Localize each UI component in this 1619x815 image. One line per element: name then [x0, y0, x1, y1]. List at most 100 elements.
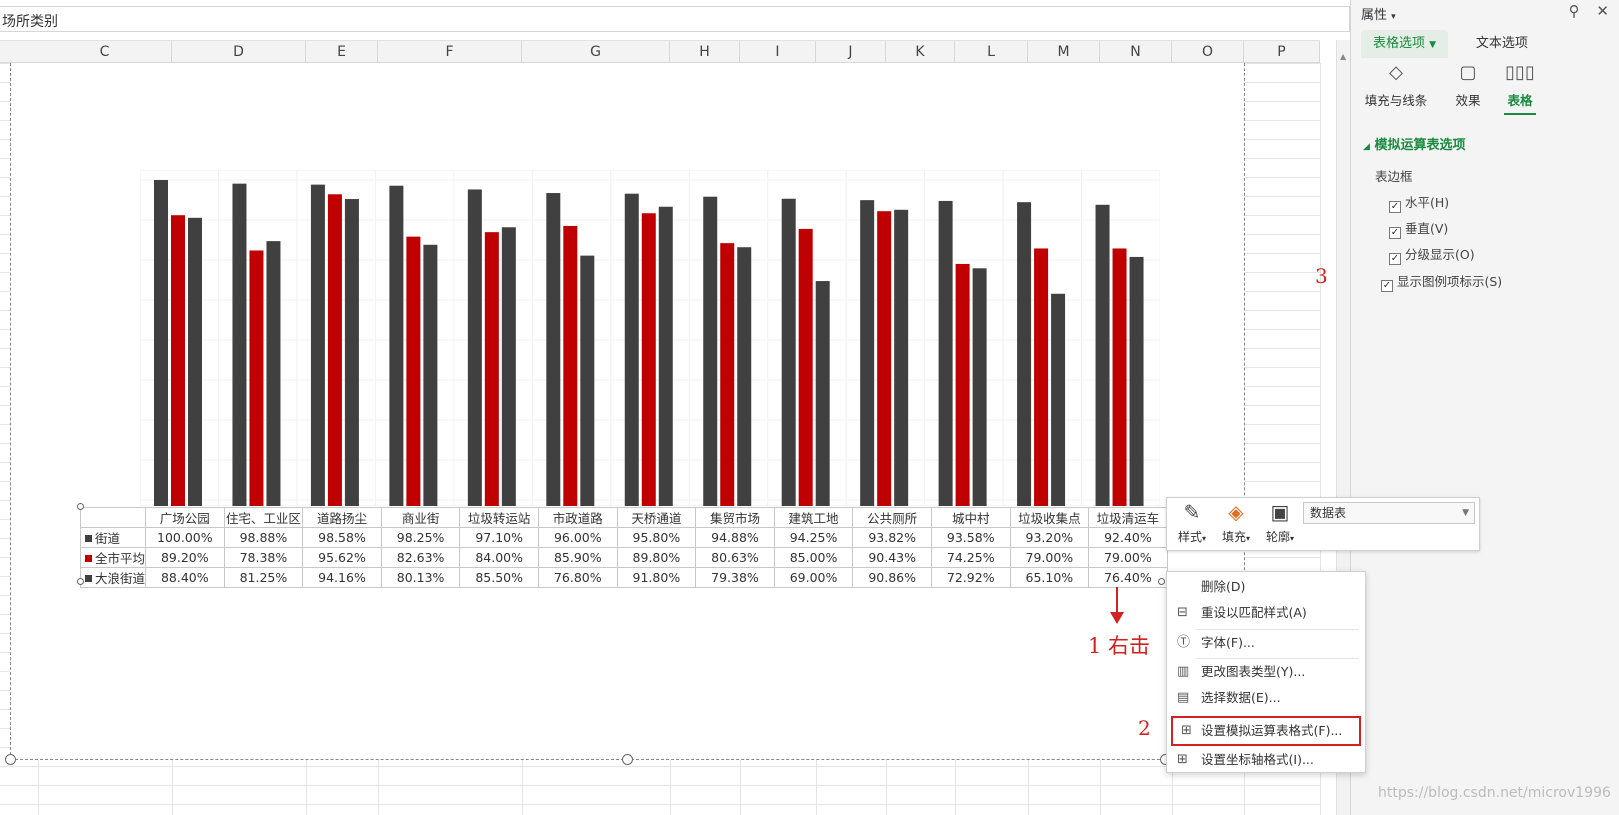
table-handle[interactable]	[1158, 578, 1165, 585]
tab-text-options[interactable]: 文本选项	[1464, 30, 1540, 58]
chart-bar[interactable]	[1129, 256, 1144, 506]
chart-bar[interactable]	[344, 199, 359, 506]
chart-bar[interactable]	[389, 185, 404, 506]
chart-bar[interactable]	[1112, 248, 1127, 506]
column-header-cell[interactable]: D	[172, 41, 306, 63]
column-header-cell[interactable]: M	[1028, 41, 1100, 63]
column-header-cell[interactable]: C	[38, 41, 172, 63]
data-label: 69.00%	[773, 567, 854, 588]
chart-bar[interactable]	[171, 215, 185, 506]
chart-bar[interactable]	[877, 211, 892, 506]
chevron-down-icon: ▼	[1462, 508, 1469, 518]
data-label: 89.20%	[145, 547, 225, 568]
menu-item-delete[interactable]: 删除(D)	[1167, 575, 1365, 599]
table-handle[interactable]	[77, 578, 84, 585]
chart-bar[interactable]	[232, 183, 247, 506]
chart-bar[interactable]	[624, 193, 639, 506]
chart-bar[interactable]	[563, 225, 578, 506]
pin-icon[interactable]: ⚲	[1569, 2, 1580, 20]
chart-bar[interactable]	[894, 209, 909, 506]
checkbox-icon[interactable]: ✓	[1381, 280, 1393, 292]
tick-label: 集贸市场	[695, 507, 775, 528]
column-header-cell[interactable]: F	[378, 41, 522, 63]
chart-bar[interactable]	[423, 244, 438, 506]
chart-bar[interactable]	[955, 263, 970, 506]
chart-bar[interactable]	[501, 227, 516, 506]
chevron-down-icon[interactable]: ▾	[1391, 12, 1396, 22]
subtab-label: 填充与线条	[1364, 93, 1428, 108]
chart-bar[interactable]	[484, 232, 499, 506]
resize-handle[interactable]	[5, 754, 16, 765]
subtab-table[interactable]: ▯▯▯ 表格	[1485, 62, 1555, 115]
option-outline[interactable]: ✓ 分级显示(O)	[1389, 244, 1475, 265]
chart-bar[interactable]	[1017, 202, 1032, 506]
subtab-fill-line[interactable]: ◇ 填充与线条	[1361, 62, 1431, 109]
column-header-cell[interactable]: J	[816, 41, 886, 63]
menu-item-format-data-table[interactable]: ⊞ 设置模拟运算表格式(F)...	[1171, 716, 1361, 746]
chart-bar[interactable]	[972, 268, 987, 506]
checkbox-icon[interactable]: ✓	[1389, 201, 1401, 213]
chart-bar[interactable]	[641, 213, 656, 506]
fill-button[interactable]: ◈ 填充▾	[1213, 500, 1259, 545]
outline-button[interactable]: ▣ 轮廓▾	[1257, 500, 1303, 545]
column-header-cell[interactable]: E	[306, 41, 378, 63]
table-handle[interactable]	[77, 503, 84, 510]
chart-bar[interactable]	[310, 184, 325, 506]
column-header-cell[interactable]: O	[1172, 41, 1244, 63]
chart-bar[interactable]	[154, 180, 168, 506]
column-header-cell[interactable]: K	[886, 41, 955, 63]
menu-item-select-data[interactable]: ▤ 选择数据(E)...	[1167, 686, 1365, 710]
menu-item-change-chart-type[interactable]: ▥ 更改图表类型(Y)...	[1167, 660, 1365, 684]
tab-label: 表格选项	[1373, 36, 1426, 51]
tab-table-options[interactable]: 表格选项 ▼	[1361, 30, 1449, 58]
column-header-cell[interactable]: I	[740, 41, 816, 63]
menu-item-reset-style[interactable]: ⊟ 重设以匹配样式(A)	[1167, 601, 1365, 625]
checkbox-icon[interactable]: ✓	[1389, 253, 1401, 265]
column-header-cell[interactable]: H	[670, 41, 740, 63]
chart-bar[interactable]	[860, 200, 875, 506]
chart-bar[interactable]	[815, 281, 830, 506]
menu-item-font[interactable]: Ⓣ 字体(F)...	[1167, 631, 1365, 655]
chart-bar[interactable]	[658, 206, 673, 506]
chart-bar[interactable]	[737, 247, 752, 506]
data-table[interactable]: 广场公园 住宅、工业区 道路扬尘 商业街 垃圾转运站 市政道路 天桥通道 集贸市场 建筑工地 公共…	[79, 507, 1168, 588]
menu-label: 重设以匹配样式(A)	[1201, 605, 1307, 620]
column-header-cell[interactable]: P	[1244, 41, 1320, 63]
scroll-up-icon[interactable]: ▲	[1340, 52, 1346, 61]
option-vertical[interactable]: ✓ 垂直(V)	[1389, 218, 1448, 239]
chart-bar[interactable]	[580, 255, 595, 506]
resize-handle[interactable]	[622, 754, 633, 765]
chart-bar[interactable]	[546, 193, 561, 506]
chart-bar[interactable]	[188, 217, 202, 506]
option-horizontal[interactable]: ✓ 水平(H)	[1389, 192, 1449, 213]
chart-bar[interactable]	[266, 241, 281, 506]
series-name: 全市平均	[95, 551, 146, 566]
chart-bar[interactable]	[781, 198, 796, 506]
tick-label: 道路扬尘	[302, 507, 382, 528]
chart-plot[interactable]	[140, 170, 1160, 506]
checkbox-icon[interactable]: ✓	[1389, 227, 1401, 239]
tick-label: 天桥通道	[616, 507, 697, 528]
chart-bar[interactable]	[703, 196, 718, 506]
chart-bar[interactable]	[1034, 248, 1049, 506]
chart-bar[interactable]	[938, 200, 953, 506]
chart-bar[interactable]	[249, 250, 264, 506]
close-icon[interactable]: ✕	[1596, 2, 1609, 20]
option-legend-keys[interactable]: ✓ 显示图例项标示(S)	[1381, 271, 1502, 292]
column-header-cell[interactable]: L	[955, 41, 1028, 63]
chart-bar[interactable]	[327, 194, 342, 506]
style-button[interactable]: ✎ 样式▾	[1169, 500, 1215, 545]
chart-bar[interactable]	[1051, 293, 1066, 506]
column-header-cell[interactable]: N	[1100, 41, 1172, 63]
formula-bar[interactable]: 场所类别	[0, 6, 1350, 32]
chart-bar[interactable]	[720, 243, 735, 506]
chart-bar[interactable]	[467, 189, 482, 506]
chart-bar[interactable]	[798, 228, 813, 506]
chart-bar[interactable]	[1095, 204, 1110, 506]
section-header[interactable]: ◢ 模拟运算表选项	[1363, 134, 1465, 153]
column-header-cell[interactable]: G	[522, 41, 670, 63]
chart-bar[interactable]	[406, 236, 421, 506]
element-select[interactable]: 数据表 ▼	[1303, 502, 1475, 524]
option-label: 显示图例项标示(S)	[1397, 274, 1503, 289]
menu-item-format-axis[interactable]: ⊞ 设置坐标轴格式(I)...	[1167, 748, 1365, 772]
